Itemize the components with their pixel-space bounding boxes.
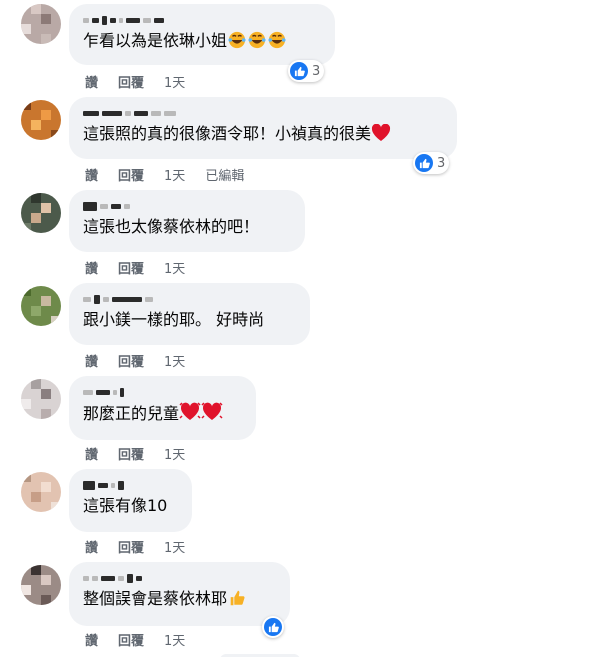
like-link[interactable]: 讚 <box>85 444 98 463</box>
commenter-name-redacted[interactable] <box>83 14 321 26</box>
commenter-name-redacted[interactable] <box>83 107 443 119</box>
edited-label[interactable]: 已編輯 <box>205 165 244 184</box>
avatar[interactable] <box>21 286 61 326</box>
timestamp-link[interactable]: 1天 <box>164 630 185 649</box>
avatar[interactable] <box>21 565 61 605</box>
timestamp-link[interactable]: 1天 <box>164 351 185 370</box>
comment-bubble: 乍看以為是依琳小姐 <box>69 4 335 65</box>
reaction-count-badge[interactable]: 3 <box>413 152 450 174</box>
like-link[interactable]: 讚 <box>85 72 98 91</box>
like-link[interactable]: 讚 <box>85 537 98 556</box>
timestamp-link[interactable]: 1天 <box>164 165 185 184</box>
timestamp-link[interactable]: 1天 <box>164 258 185 277</box>
comment-actions: 讚 回覆 1天 <box>85 351 205 370</box>
avatar[interactable] <box>21 100 61 140</box>
commenter-name-redacted[interactable] <box>83 572 276 584</box>
reaction-count-badge[interactable]: 3 <box>288 60 325 82</box>
reply-link[interactable]: 回覆 <box>118 537 144 556</box>
laugh-cry-emoji-icon <box>267 31 287 55</box>
timestamp-link[interactable]: 1天 <box>164 537 185 556</box>
red-heart-emoji-icon <box>371 123 391 148</box>
heart-sparkle-emoji-icon <box>179 402 201 428</box>
avatar[interactable] <box>21 193 61 233</box>
like-link[interactable]: 讚 <box>85 258 98 277</box>
comment-text: 跟小鎂一樣的耶。 好時尚 <box>83 310 265 329</box>
comment-text: 那麼正的兒童 <box>83 402 242 428</box>
comment-bubble: 這張有像10 <box>69 469 192 532</box>
reply-link[interactable]: 回覆 <box>118 258 144 277</box>
comment-actions: 讚 回覆 1天 <box>85 630 205 649</box>
like-link[interactable]: 讚 <box>85 351 98 370</box>
avatar[interactable] <box>21 379 61 419</box>
commenter-name-redacted[interactable] <box>83 386 242 398</box>
comment-bubble: 整個誤會是蔡依林耶 <box>69 562 290 626</box>
reaction-count: 3 <box>437 155 446 171</box>
comment-actions: 讚 回覆 1天 <box>85 444 205 463</box>
reply-link[interactable]: 回覆 <box>118 444 144 463</box>
like-link[interactable]: 讚 <box>85 165 98 184</box>
reply-link[interactable]: 回覆 <box>118 630 144 649</box>
comment-bubble: 這張照的真的很像酒令耶！小禎真的很美 <box>69 97 457 159</box>
like-link[interactable]: 讚 <box>85 630 98 649</box>
commenter-name-redacted[interactable] <box>83 200 291 212</box>
comment-text: 這張也太像蔡依林的吧！ <box>83 217 260 236</box>
like-reaction-icon <box>415 154 433 172</box>
comment-text: 乍看以為是依琳小姐 <box>83 30 321 55</box>
like-reaction-icon <box>290 62 308 80</box>
heart-sparkle-emoji-icon <box>201 402 223 428</box>
timestamp-link[interactable]: 1天 <box>164 72 185 91</box>
comment-actions: 讚 回覆 1天 <box>85 72 205 91</box>
avatar[interactable] <box>21 472 61 512</box>
commenter-name-redacted[interactable] <box>83 479 178 491</box>
reply-link[interactable]: 回覆 <box>118 72 144 91</box>
like-reaction-icon <box>264 618 282 636</box>
comment-bubble: 這張也太像蔡依林的吧！ <box>69 190 305 252</box>
reply-link[interactable]: 回覆 <box>118 351 144 370</box>
comment-bubble: 那麼正的兒童 <box>69 376 256 440</box>
laugh-cry-emoji-icon <box>247 31 267 55</box>
reply-link[interactable]: 回覆 <box>118 165 144 184</box>
thumbs-up-emoji-icon <box>227 589 247 613</box>
reaction-count: 3 <box>312 63 321 79</box>
commenter-name-redacted[interactable] <box>83 293 296 305</box>
avatar[interactable] <box>21 4 61 44</box>
comment-bubble: 跟小鎂一樣的耶。 好時尚 <box>69 283 310 345</box>
timestamp-link[interactable]: 1天 <box>164 444 185 463</box>
reaction-badge[interactable] <box>262 616 284 638</box>
laugh-cry-emoji-icon <box>227 31 247 55</box>
comment-actions: 讚 回覆 1天 已編輯 <box>85 165 264 184</box>
comment-actions: 讚 回覆 1天 <box>85 537 205 556</box>
comment-text: 這張有像10 <box>83 496 168 515</box>
comment-text: 整個誤會是蔡依林耶 <box>83 588 276 613</box>
comment-text: 這張照的真的很像酒令耶！小禎真的很美 <box>83 123 443 148</box>
comment-actions: 讚 回覆 1天 <box>85 258 205 277</box>
